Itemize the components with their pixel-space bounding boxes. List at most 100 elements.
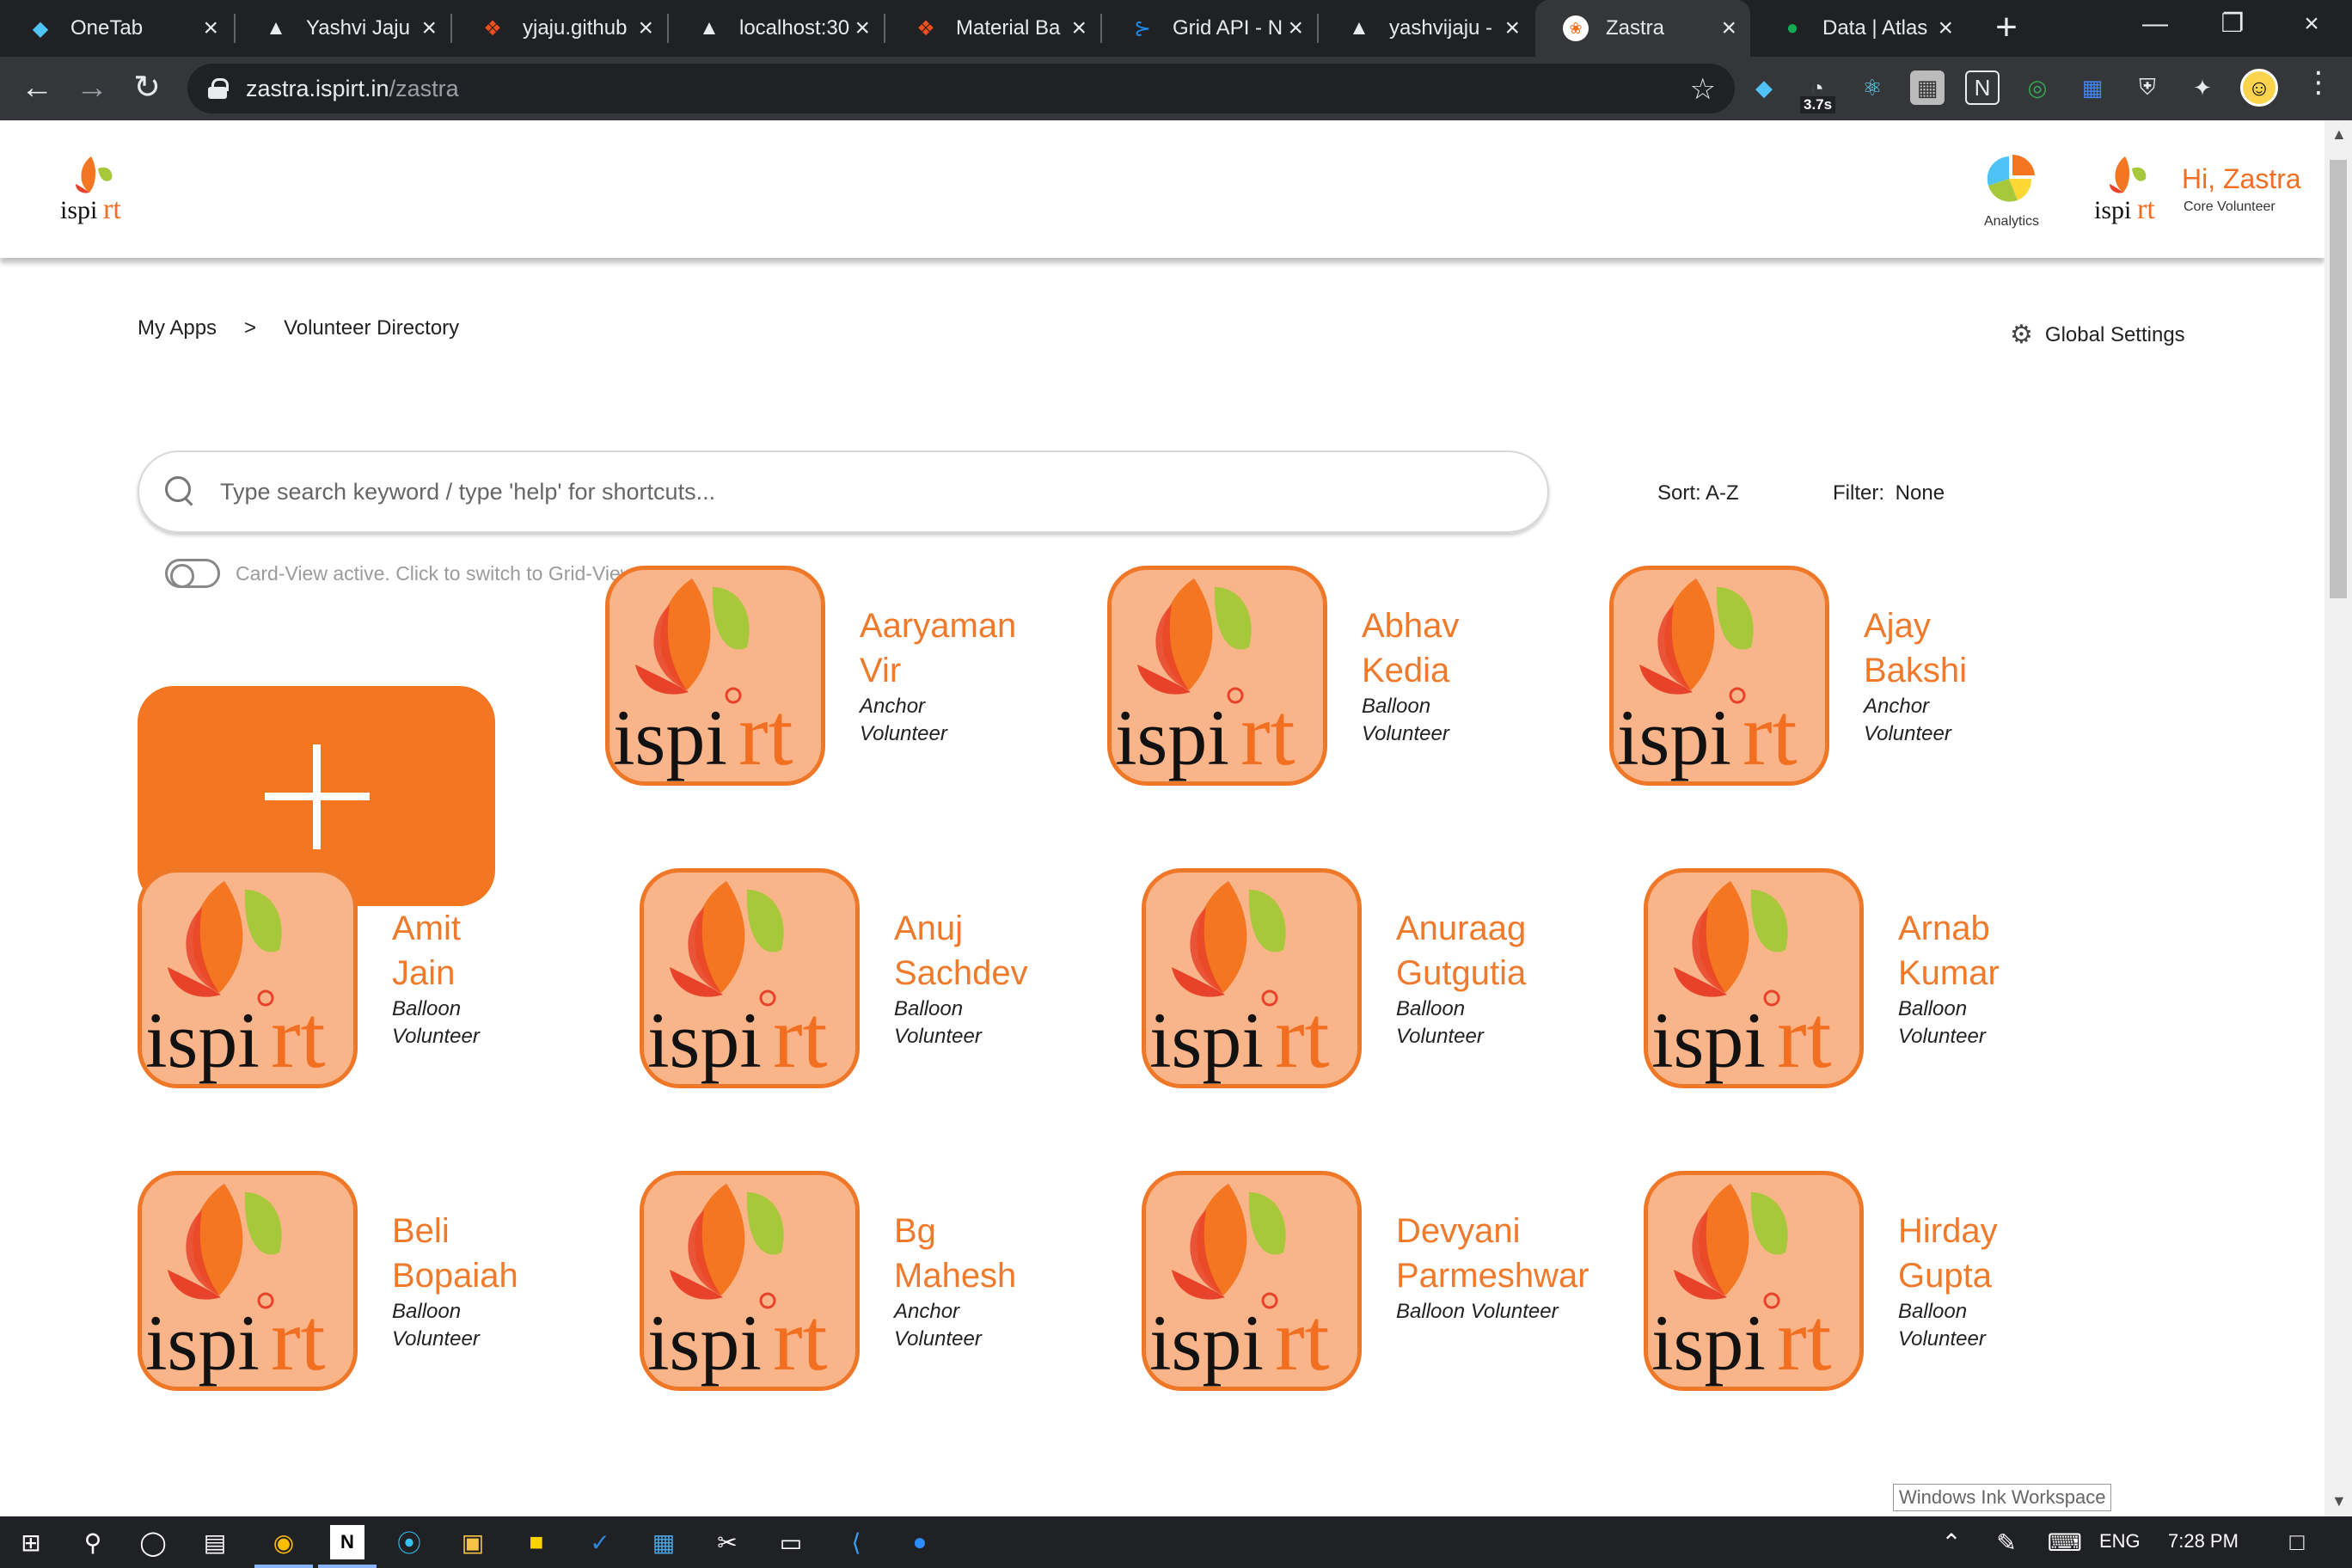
restore-button[interactable]: ❐ bbox=[2194, 0, 2271, 52]
ispirt-logo[interactable]: ispi rt bbox=[60, 150, 132, 227]
close-tab-icon[interactable]: × bbox=[638, 15, 653, 41]
sort-label: Sort: bbox=[1657, 481, 1701, 505]
clock[interactable]: 7:28 PM bbox=[2168, 1530, 2239, 1553]
new-tab-button[interactable]: + bbox=[1988, 9, 2025, 48]
close-tab-icon[interactable]: × bbox=[1504, 15, 1520, 41]
volunteer-card[interactable]: ispi rt Hirday Gupta Balloon Volunteer bbox=[1644, 1171, 2108, 1394]
close-tab-icon[interactable]: × bbox=[1288, 15, 1303, 41]
file-explorer-icon[interactable]: ▣ bbox=[456, 1525, 490, 1559]
volunteer-card[interactable]: ispi rt Anuraag Gutgutia Balloon Volunteer bbox=[1142, 868, 1606, 1092]
search-input[interactable] bbox=[220, 478, 1510, 505]
global-settings-button[interactable]: ⚙ Global Settings bbox=[2010, 320, 2185, 350]
scroll-down-arrow[interactable]: ▼ bbox=[2331, 1492, 2347, 1510]
tab-yjaju-github[interactable]: ❖ yjaju.github × bbox=[452, 0, 667, 57]
notion-extension-icon[interactable]: N bbox=[1965, 70, 2000, 105]
volunteer-card[interactable]: ispi rt Aaryaman Vir Anchor Volunteer bbox=[605, 566, 1069, 789]
extensions-puzzle-icon[interactable]: ✦ bbox=[2185, 70, 2220, 105]
pen-ink-icon[interactable]: ✎ bbox=[1989, 1525, 2024, 1559]
calendar-icon[interactable]: ▦ bbox=[646, 1525, 681, 1559]
todo-icon[interactable]: ✓ bbox=[583, 1525, 617, 1559]
sticky-notes-icon[interactable]: ■ bbox=[519, 1525, 554, 1559]
view-toggle-switch[interactable] bbox=[165, 559, 220, 588]
user-avatar-logo[interactable]: ispi rt bbox=[2094, 150, 2166, 227]
vscode-icon[interactable]: ⟨ bbox=[839, 1525, 873, 1559]
back-button[interactable]: ← bbox=[17, 69, 57, 108]
volunteer-last-name: Mahesh bbox=[894, 1257, 1017, 1295]
volunteer-last-name: Gupta bbox=[1898, 1257, 1992, 1295]
browser-menu-icon[interactable]: ⋮ bbox=[2304, 65, 2333, 100]
sort-control[interactable]: Sort: A-Z bbox=[1657, 481, 1739, 505]
breadcrumb-my-apps[interactable]: My Apps bbox=[138, 316, 217, 340]
tab-atlas[interactable]: ● Data | Atlas × bbox=[1752, 0, 1967, 57]
volunteer-card[interactable]: ispi rt Abhav Kedia Balloon Volunteer bbox=[1107, 566, 1571, 789]
view-toggle-row: Card-View active. Click to switch to Gri… bbox=[165, 559, 640, 588]
terminal-icon[interactable]: ▭ bbox=[774, 1525, 808, 1559]
close-tab-icon[interactable]: × bbox=[1938, 15, 1953, 41]
filter-control[interactable]: Filter: None bbox=[1833, 481, 1945, 505]
volunteer-card[interactable]: ispi rt Ajay Bakshi Anchor Volunteer bbox=[1609, 566, 2073, 789]
page-scrollbar[interactable]: ▲ ▼ bbox=[2324, 120, 2352, 1516]
volunteer-card[interactable]: ispi rt Amit Jain Balloon Volunteer bbox=[138, 868, 602, 1092]
tab-yashvijaju[interactable]: ▲ yashvijaju - × bbox=[1319, 0, 1534, 57]
react-devtools-icon[interactable]: ⚛ bbox=[1855, 70, 1890, 105]
close-tab-icon[interactable]: × bbox=[421, 15, 437, 41]
close-tab-icon[interactable]: × bbox=[203, 15, 218, 41]
cortana-icon[interactable]: ◯ bbox=[136, 1525, 170, 1559]
volunteer-role-line2: Volunteer bbox=[1362, 722, 1449, 745]
volunteer-card[interactable]: ispi rt Beli Bopaiah Balloon Volunteer bbox=[138, 1171, 602, 1394]
minimize-button[interactable]: — bbox=[2116, 0, 2194, 52]
volunteer-avatar: ispi rt bbox=[138, 1171, 358, 1391]
extension-icon[interactable]: ▦ bbox=[1910, 70, 1945, 105]
close-tab-icon[interactable]: × bbox=[1071, 15, 1087, 41]
search-icon[interactable]: ⚲ bbox=[76, 1525, 110, 1559]
tab-localhost[interactable]: ▲ localhost:30 × bbox=[669, 0, 884, 57]
volunteer-card[interactable]: ispi rt Devyani Parmeshwar Balloon Volunteer bbox=[1142, 1171, 1606, 1394]
close-tab-icon[interactable]: × bbox=[1721, 15, 1736, 41]
reload-button[interactable]: ↻ bbox=[127, 69, 167, 108]
volunteer-role-line1: Balloon bbox=[392, 1300, 462, 1323]
profile-avatar[interactable]: ☺ bbox=[2240, 69, 2278, 107]
volunteer-card[interactable]: ispi rt Arnab Kumar Balloon Volunteer bbox=[1644, 868, 2108, 1092]
scroll-thumb[interactable] bbox=[2330, 160, 2347, 598]
chrome-icon[interactable]: ◉ bbox=[266, 1525, 301, 1559]
volunteer-card[interactable]: ispi rt Bg Mahesh Anchor Volunteer bbox=[640, 1171, 1104, 1394]
edge-icon[interactable]: ⦿ bbox=[392, 1525, 426, 1559]
tab-material[interactable]: ❖ Material Ba × bbox=[885, 0, 1100, 57]
close-tab-icon[interactable]: × bbox=[854, 15, 870, 41]
task-view-icon[interactable]: ▤ bbox=[198, 1525, 232, 1559]
search-icon bbox=[165, 476, 196, 507]
volunteer-first-name: Ajay bbox=[1864, 607, 1931, 645]
tab-onetab[interactable]: ◆ OneTab × bbox=[0, 0, 232, 57]
ispirt-logo: ispi rt bbox=[613, 579, 793, 781]
volunteer-card[interactable]: ispi rt Anuj Sachdev Balloon Volunteer bbox=[640, 868, 1104, 1092]
target-extension-icon[interactable]: ◎ bbox=[2020, 70, 2055, 105]
address-bar[interactable]: zastra.ispirt.in/zastra ☆ bbox=[187, 64, 1735, 113]
close-window-button[interactable]: × bbox=[2273, 0, 2350, 52]
tab-zastra[interactable]: ❀ Zastra × bbox=[1535, 0, 1750, 57]
notion-icon[interactable]: N bbox=[330, 1525, 364, 1559]
grid-extension-icon[interactable]: ▦ bbox=[2075, 70, 2110, 105]
snip-icon[interactable]: ✂ bbox=[710, 1525, 744, 1559]
analytics-button[interactable]: Analytics bbox=[1979, 153, 2044, 230]
language-indicator[interactable]: ENG bbox=[2099, 1530, 2141, 1553]
volunteer-last-name: Kedia bbox=[1362, 652, 1450, 689]
volunteer-avatar: ispi rt bbox=[1644, 868, 1864, 1088]
svg-text:rt: rt bbox=[1777, 988, 1832, 1084]
volunteer-first-name: Anuraag bbox=[1396, 910, 1527, 947]
shield-extension-icon[interactable]: ⛨ bbox=[2130, 70, 2165, 105]
notifications-icon[interactable]: □ bbox=[2280, 1525, 2314, 1559]
svg-text:rt: rt bbox=[103, 193, 121, 225]
show-hidden-icons[interactable]: ⌃ bbox=[1934, 1525, 1969, 1559]
forward-button[interactable]: → bbox=[72, 69, 112, 108]
touch-keyboard-icon[interactable]: ⌨ bbox=[2048, 1525, 2082, 1559]
zoom-icon[interactable]: ● bbox=[903, 1525, 937, 1559]
user-greeting[interactable]: Hi, Zastra bbox=[2182, 163, 2301, 195]
tab-grid-api[interactable]: ⊱ Grid API - N × bbox=[1102, 0, 1317, 57]
volunteer-avatar: ispi rt bbox=[138, 868, 358, 1088]
windows-start-icon[interactable]: ⊞ bbox=[14, 1525, 48, 1559]
onetab-extension-icon[interactable]: ◆ bbox=[1747, 70, 1781, 105]
tab-yashvi-jaju[interactable]: ▲ Yashvi Jaju × bbox=[236, 0, 450, 57]
volunteer-name: Hirday Gupta bbox=[1898, 1209, 2122, 1298]
scroll-up-arrow[interactable]: ▲ bbox=[2331, 126, 2347, 144]
bookmark-star-icon[interactable]: ☆ bbox=[1690, 72, 1716, 107]
